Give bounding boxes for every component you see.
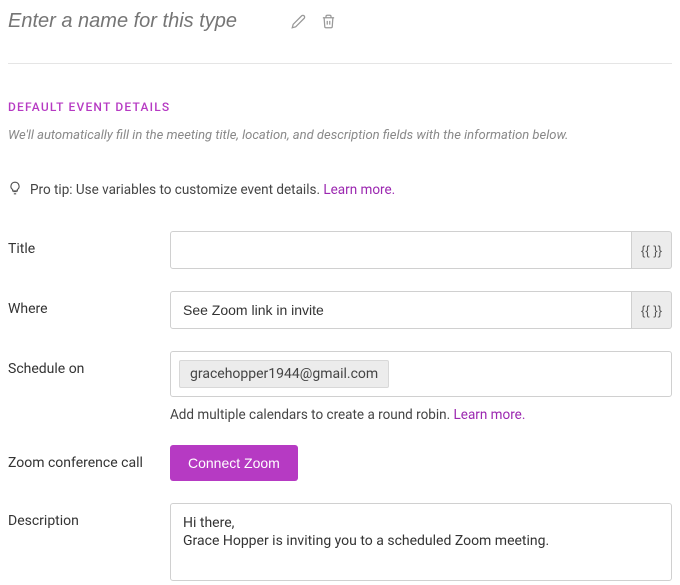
description-label: Description [8,503,170,529]
where-label: Where [8,291,170,317]
trash-icon[interactable] [320,14,336,30]
schedule-on-helper: Add multiple calendars to create a round… [170,407,454,423]
section-header: DEFAULT EVENT DETAILS [8,100,672,114]
schedule-on-learn-more-link[interactable]: Learn more. [454,407,526,423]
type-name-input[interactable] [8,10,276,33]
lightbulb-icon [8,181,22,199]
calendar-chip[interactable]: gracehopper1944@gmail.com [179,360,389,388]
schedule-on-label: Schedule on [8,351,170,377]
zoom-label: Zoom conference call [8,445,170,471]
type-name-row [8,8,672,64]
tip-text: Pro tip: Use variables to customize even… [30,182,323,198]
connect-zoom-button[interactable]: Connect Zoom [170,445,298,481]
title-input[interactable] [170,231,632,269]
tip-row: Pro tip: Use variables to customize even… [8,181,672,199]
description-textarea[interactable] [170,503,672,581]
title-variables-button[interactable]: {{ }} [632,231,672,269]
section-subtext: We'll automatically fill in the meeting … [8,128,672,143]
where-variables-button[interactable]: {{ }} [632,291,672,329]
title-label: Title [8,231,170,257]
tip-learn-more-link[interactable]: Learn more. [323,182,395,198]
schedule-on-chipbox[interactable]: gracehopper1944@gmail.com [170,351,672,397]
edit-icon[interactable] [290,14,306,30]
where-input[interactable] [170,291,632,329]
